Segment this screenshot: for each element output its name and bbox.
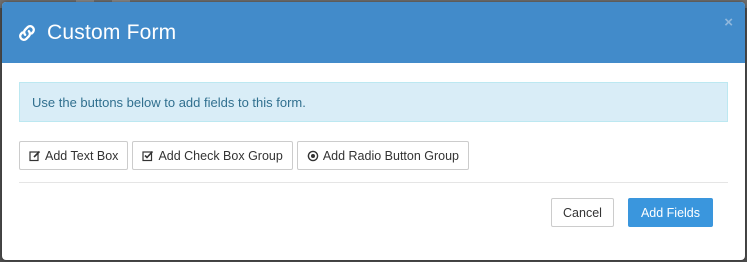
add-check-box-group-label: Add Check Box Group [158, 148, 283, 163]
radio-dot-icon [307, 150, 319, 162]
edit-icon [29, 150, 41, 162]
close-icon[interactable]: × [724, 15, 733, 30]
modal-footer: Cancel Add Fields [551, 198, 713, 227]
alert-text: Use the buttons below to add fields to t… [32, 94, 306, 110]
add-text-box-label: Add Text Box [45, 148, 119, 163]
custom-form-modal: Custom Form × Use the buttons below to a… [2, 2, 745, 260]
field-button-row: Add Text Box Add Check Box Group Add Rad… [19, 141, 728, 170]
info-alert: Use the buttons below to add fields to t… [19, 82, 728, 122]
add-fields-button[interactable]: Add Fields [627, 198, 713, 227]
add-radio-button-group-label: Add Radio Button Group [322, 148, 460, 163]
add-radio-button-group-button[interactable]: Add Radio Button Group [296, 141, 470, 170]
link-icon [15, 21, 39, 45]
divider [19, 182, 728, 183]
modal-title: Custom Form [47, 20, 177, 44]
modal-header: Custom Form × [2, 2, 745, 63]
modal-body: Use the buttons below to add fields to t… [2, 63, 745, 183]
add-text-box-button[interactable]: Add Text Box [19, 141, 129, 170]
checkbox-checked-icon [142, 150, 154, 162]
add-check-box-group-button[interactable]: Add Check Box Group [132, 141, 293, 170]
cancel-button[interactable]: Cancel [551, 198, 614, 227]
